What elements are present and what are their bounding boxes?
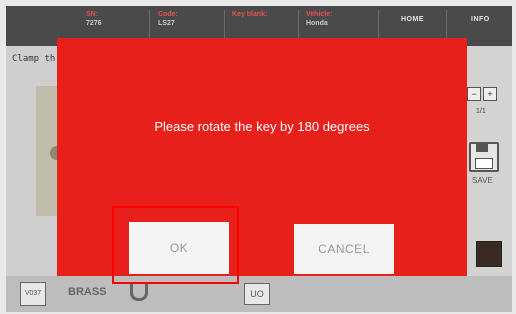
vehicle-field: Vehicle: Honda — [306, 10, 332, 28]
sn-value: 7276 — [86, 20, 102, 27]
ok-button[interactable]: OK — [129, 222, 229, 274]
code-field: Code: LS27 — [158, 10, 178, 28]
color-swatch[interactable] — [476, 241, 502, 267]
sn-label: SN: — [86, 11, 99, 18]
code-label: Code: — [158, 11, 178, 18]
sn-field: SN: 7276 — [86, 10, 102, 28]
code-value: LS27 — [158, 20, 175, 27]
key-tag-button[interactable]: V037 — [20, 282, 46, 306]
home-button[interactable]: HOME — [401, 16, 424, 23]
page-arrows: − + — [467, 84, 499, 101]
save-label[interactable]: SAVE — [472, 176, 493, 185]
key-blank-field: Key blank: — [232, 10, 267, 19]
key-blank-label: Key blank: — [232, 11, 268, 18]
info-button[interactable]: INFO — [471, 16, 490, 23]
page-indicator: 1/1 — [476, 108, 486, 115]
vehicle-label: Vehicle: — [306, 11, 333, 18]
dialog-message: Please rotate the key by 180 degrees — [154, 119, 370, 134]
material-label: BRASS — [68, 286, 107, 298]
instruction-text: Clamp th — [12, 54, 56, 64]
cancel-button[interactable]: CANCEL — [294, 224, 394, 274]
plus-icon[interactable]: + — [483, 87, 497, 101]
vehicle-value: Honda — [306, 20, 328, 27]
minus-icon[interactable]: − — [467, 87, 481, 101]
u-profile-icon — [130, 284, 148, 301]
profile-button[interactable]: UO — [244, 283, 270, 305]
save-icon[interactable] — [469, 142, 499, 172]
